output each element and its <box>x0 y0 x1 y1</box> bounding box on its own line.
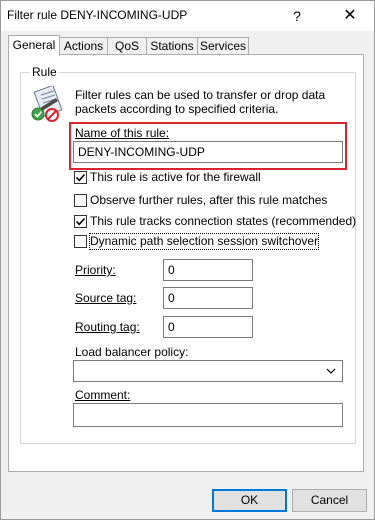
chevron-down-icon <box>326 368 336 374</box>
cancel-button[interactable]: Cancel <box>292 489 367 512</box>
close-icon[interactable]: ✕ <box>335 4 365 28</box>
checkbox-dynamic[interactable] <box>74 235 87 248</box>
rule-group-label: Rule <box>30 65 59 79</box>
rule-name-input[interactable]: DENY-INCOMING-UDP <box>73 141 343 163</box>
checkbox-dynamic-label: Dynamic path selection session switchove… <box>88 233 320 250</box>
help-icon[interactable]: ? <box>285 5 309 27</box>
checkbox-track[interactable] <box>74 215 87 228</box>
ok-button[interactable]: OK <box>212 489 287 512</box>
name-field-label: Name of this rule: <box>75 126 170 140</box>
tab-qos[interactable]: QoS <box>107 37 147 55</box>
routing-tag-input[interactable]: 0 <box>163 316 253 338</box>
source-tag-input[interactable]: 0 <box>163 287 253 309</box>
priority-input[interactable]: 0 <box>163 259 253 281</box>
tab-actions[interactable]: Actions <box>59 37 108 55</box>
priority-label: Priority: <box>75 263 116 277</box>
title-bar: Filter rule DENY-INCOMING-UDP ? ✕ <box>1 1 374 31</box>
load-balancer-select[interactable] <box>73 360 343 382</box>
tab-services[interactable]: Services <box>197 37 249 55</box>
tab-general[interactable]: General <box>8 35 60 56</box>
rule-description: Filter rules can be used to transfer or … <box>75 88 326 116</box>
checkbox-observe-label: Observe further rules, after this rule m… <box>90 193 328 207</box>
load-balancer-label: Load balancer policy: <box>75 345 189 359</box>
checkmark-icon <box>75 217 86 226</box>
checkbox-track-label: This rule tracks connection states (reco… <box>90 214 357 228</box>
tab-stations[interactable]: Stations <box>146 37 198 55</box>
checkbox-active-label: This rule is active for the firewall <box>90 170 261 184</box>
filter-rule-icon <box>30 84 66 122</box>
checkbox-active[interactable] <box>74 171 87 184</box>
checkbox-observe[interactable] <box>74 194 87 207</box>
window-title: Filter rule DENY-INCOMING-UDP <box>7 8 188 22</box>
source-tag-label: Source tag: <box>75 291 137 305</box>
comment-label: Comment: <box>75 388 131 402</box>
checkmark-icon <box>75 173 86 182</box>
routing-tag-label: Routing tag: <box>75 320 140 334</box>
comment-input[interactable] <box>73 403 343 427</box>
